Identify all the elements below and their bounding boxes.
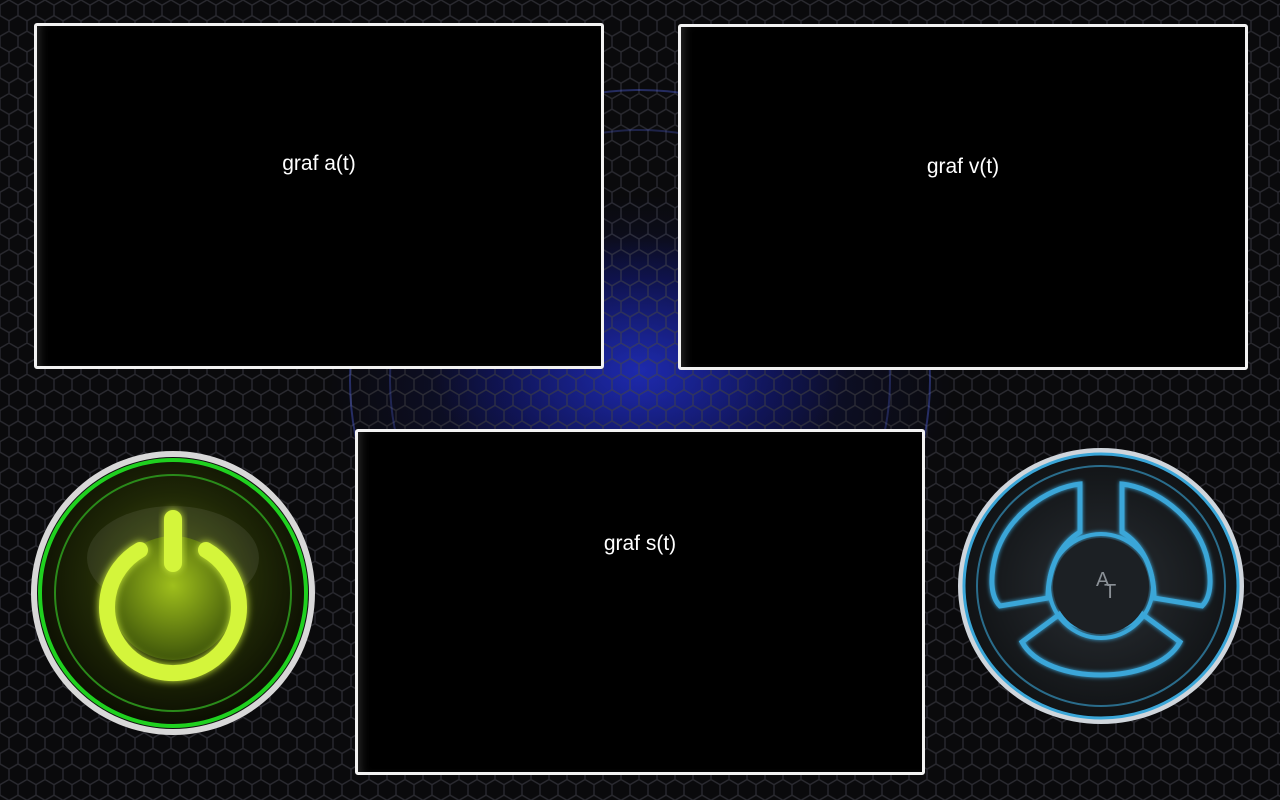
- logo-bottom-letter: T: [1104, 581, 1116, 603]
- acceleration-graph-title: graf a(t): [282, 152, 356, 175]
- power-button[interactable]: [28, 448, 318, 738]
- position-graph-title: graf s(t): [603, 532, 677, 555]
- velocity-graph-title: graf v(t): [926, 155, 1000, 178]
- position-graph-panel: graf s(t): [355, 429, 925, 775]
- acceleration-graph-panel: graf a(t): [34, 23, 604, 369]
- steering-wheel-button[interactable]: A T: [956, 446, 1246, 726]
- velocity-graph-panel: graf v(t): [678, 24, 1248, 370]
- steering-wheel-icon: A T: [958, 448, 1244, 724]
- power-icon: [31, 451, 315, 735]
- app-screen: graf a(t) graf v(t) graf s(t) A T: [0, 0, 1280, 800]
